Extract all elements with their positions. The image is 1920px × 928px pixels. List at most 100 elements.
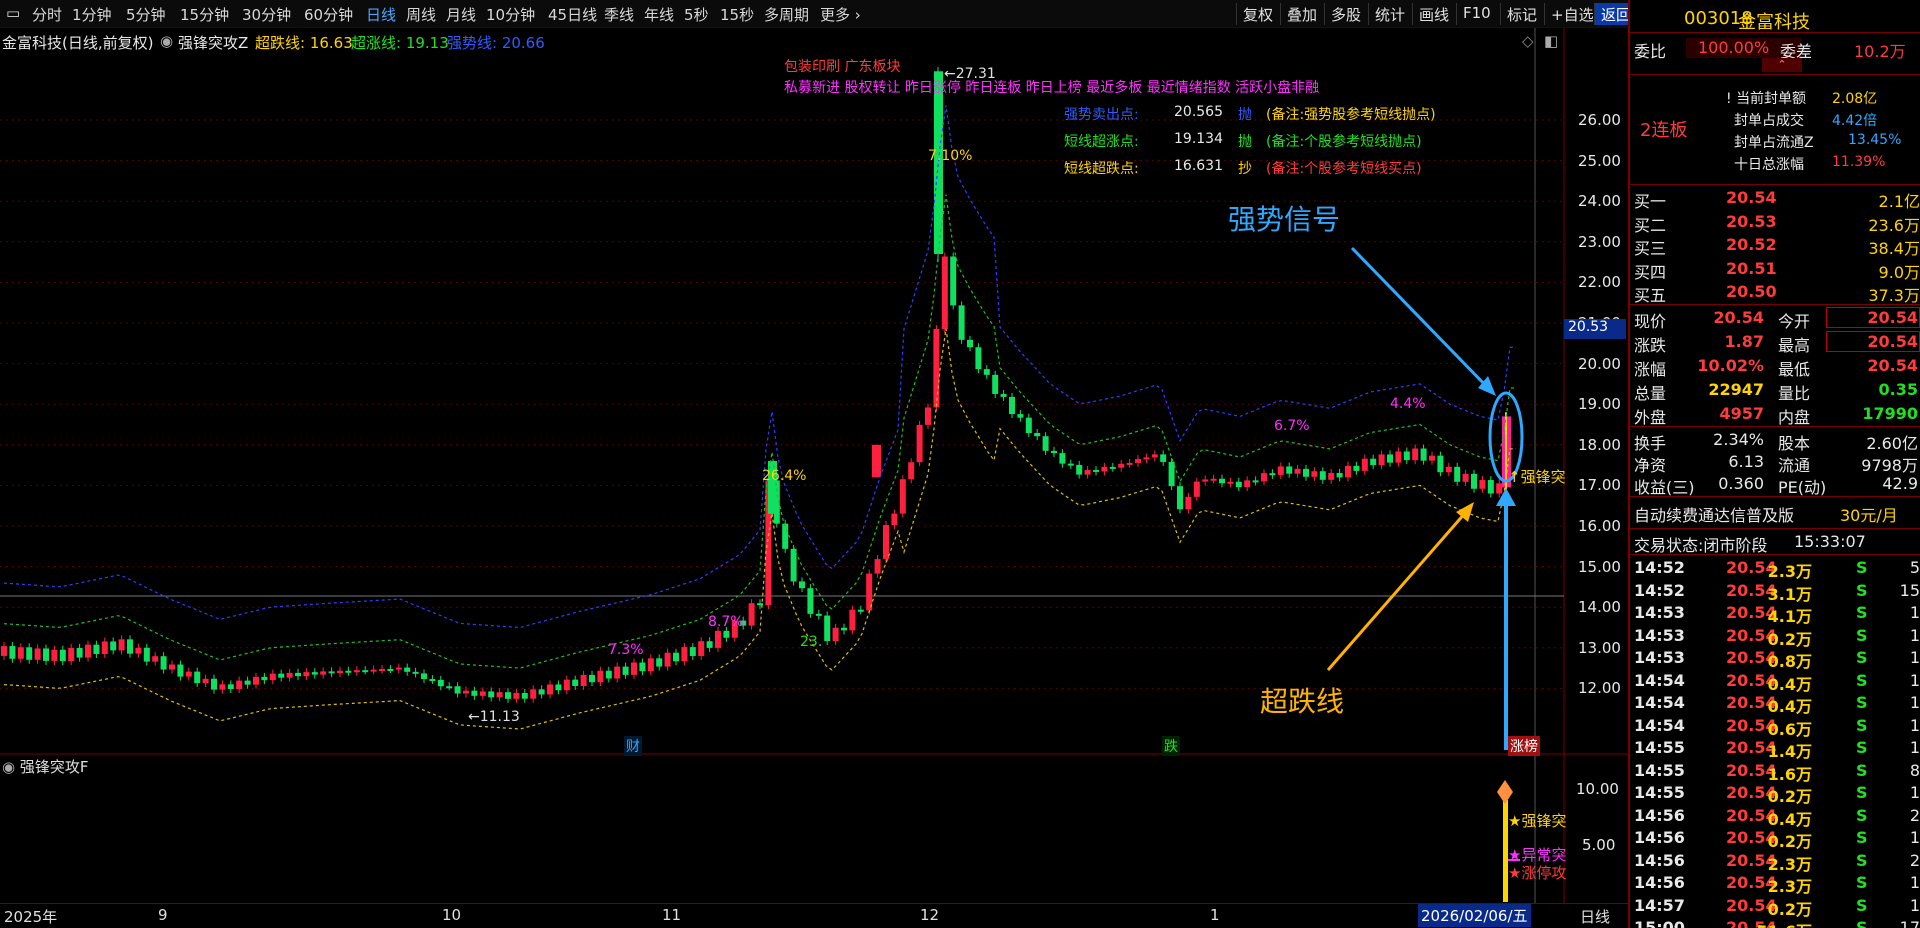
tick-side: S	[1856, 783, 1868, 802]
fund-label: PE(动)	[1778, 478, 1827, 497]
sub-dropdown-icon[interactable]: ◉	[2, 758, 15, 776]
selected-date: 2026/02/06/五	[1418, 904, 1531, 927]
tick-side: S	[1856, 670, 1868, 690]
tick-row[interactable]: 14:56 20.54 2.3万 S 2	[1630, 849, 1920, 874]
stat-label: 量比	[1778, 384, 1811, 403]
pct-label: 23.	[800, 634, 823, 650]
stat-label: 外盘	[1634, 408, 1667, 427]
candle	[1336, 472, 1343, 478]
signal-diamond	[1497, 780, 1513, 804]
candle	[76, 647, 83, 658]
candle	[211, 678, 217, 690]
stat-row: 涨幅 10.02% 最低 20.54	[1630, 354, 1920, 379]
date-label: 11	[662, 906, 682, 924]
sub-axis-tick: 5.00	[1582, 836, 1616, 854]
candle	[538, 689, 545, 695]
info-action: 抛	[1238, 134, 1252, 150]
bid-row[interactable]: 买五 20.50 37.3万	[1630, 280, 1920, 305]
candle	[429, 679, 436, 682]
tick-row[interactable]: 14:54 20.54 0.4万 S 1	[1630, 669, 1920, 694]
tick-row[interactable]: 14:55 20.54 1.4万 S 1	[1630, 736, 1920, 761]
tick-row[interactable]: 14:54 20.54 0.6万 S 1	[1630, 714, 1920, 739]
tick-time: 15:00	[1634, 918, 1685, 928]
tick-row[interactable]: 14:56 20.54 2.3万 S 1	[1630, 871, 1920, 896]
tick-row[interactable]: 14:55 20.54 1.6万 S 8	[1630, 759, 1920, 784]
candle	[278, 673, 285, 678]
candle	[799, 581, 805, 589]
info-note: (备注:强势股参考短线抛点)	[1266, 107, 1436, 123]
concept-tags: 私募新进 股权转让 昨日涨停 昨日连板 昨日上榜 最近多板 最近情绪指数 活跃小…	[784, 80, 1320, 96]
candle	[841, 627, 847, 631]
candle	[1168, 461, 1175, 487]
tick-count: 1	[1909, 895, 1920, 915]
tick-row[interactable]: 14:53 20.54 0.2万 S 1	[1630, 624, 1920, 649]
tick-row[interactable]: 14:55 20.54 0.2万 S 1	[1630, 781, 1920, 806]
tick-row[interactable]: 14:52 20.54 2.3万 S 5	[1630, 556, 1920, 581]
candle	[1025, 417, 1032, 434]
collapse-arrow-icon[interactable]: ⌃	[1762, 58, 1802, 72]
candle	[925, 407, 931, 425]
tick-row[interactable]: 14:57 20.54 0.2万 S 1	[1630, 894, 1920, 919]
event-marker[interactable]: 财	[624, 736, 642, 756]
candle	[9, 646, 16, 659]
event-marker[interactable]: 涨榜	[1508, 736, 1540, 756]
candle	[1227, 481, 1234, 484]
event-marker[interactable]: 跌	[1162, 736, 1180, 756]
candle	[1219, 478, 1225, 484]
weibi-value: 100.00%	[1698, 38, 1770, 57]
tick-count: 5	[1909, 558, 1920, 577]
date-label: 2025年	[4, 908, 58, 926]
candle	[51, 649, 58, 661]
tick-row[interactable]: 14:53 20.54 4.1万 S 1	[1630, 601, 1920, 626]
candle	[85, 644, 91, 658]
candle	[1487, 480, 1494, 494]
candle	[488, 691, 495, 698]
candle	[824, 615, 831, 642]
seal-label: 十日总涨幅	[1734, 157, 1804, 173]
bid-row[interactable]: 买三 20.52 38.4万	[1630, 233, 1920, 258]
candle	[1345, 465, 1351, 478]
tick-time: 14:55	[1634, 738, 1685, 757]
tick-row[interactable]: 14:56 20.54 0.2万 S 1	[1630, 826, 1920, 851]
pct-label: 8.7%	[708, 614, 744, 630]
bid-row[interactable]: 买四 20.51 9.0万	[1630, 257, 1920, 282]
trade-status-row: 交易状态:闭市阶段 15:33:07	[1634, 532, 1866, 555]
tick-row[interactable]: 14:54 20.54 0.4万 S 1	[1630, 691, 1920, 716]
high-label: ←27.31	[944, 66, 996, 82]
stat-row: 涨跌 1.87 最高 20.54	[1630, 330, 1920, 355]
pct-label: 6.7%	[1274, 418, 1310, 434]
ad-row[interactable]: 自动续费通达信普及版 30元/月	[1630, 500, 1920, 525]
candle	[177, 664, 184, 677]
tick-side: S	[1856, 558, 1868, 577]
fund-value: 6.13	[1728, 452, 1764, 471]
stat-label: 现价	[1634, 312, 1667, 331]
bid-volume: 38.4万	[1868, 239, 1920, 258]
bid-row[interactable]: 买一 20.54 2.1亿	[1630, 186, 1920, 211]
sub-panel-title[interactable]: ◉ 强锋突攻F	[2, 756, 89, 777]
candle	[681, 647, 688, 662]
tick-row[interactable]: 15:0020.5451.6万S17	[1630, 916, 1920, 928]
tick-row[interactable]: 14:52 20.54 3.1万 S 15	[1630, 579, 1920, 604]
tick-row[interactable]: 14:53 20.54 0.8万 S 1	[1630, 646, 1920, 671]
tick-side: S	[1856, 580, 1868, 600]
candle	[303, 672, 310, 677]
tick-row[interactable]: 14:56 20.54 0.4万 S 2	[1630, 804, 1920, 829]
candle	[1000, 393, 1007, 397]
candle	[1101, 466, 1108, 472]
candle	[1420, 448, 1427, 461]
tick-side: S	[1856, 805, 1868, 825]
candle	[1118, 463, 1125, 468]
seal-label: 封单占流通Z	[1734, 135, 1814, 151]
bid-row[interactable]: 买二 20.53 23.6万	[1630, 210, 1920, 235]
sub-label: ★涨停攻	[1508, 864, 1567, 882]
candle	[412, 671, 419, 674]
tick-time: 14:52	[1634, 580, 1685, 600]
candle	[479, 691, 486, 696]
seal-label: 封单占成交	[1734, 113, 1804, 129]
price-tick: 17.00	[1578, 476, 1621, 495]
period-label: 日线	[1580, 908, 1611, 926]
stat-value: 10.02%	[1697, 356, 1764, 375]
date-label: 12	[920, 906, 940, 924]
tick-count: 1	[1909, 648, 1920, 667]
candle	[1244, 480, 1251, 488]
